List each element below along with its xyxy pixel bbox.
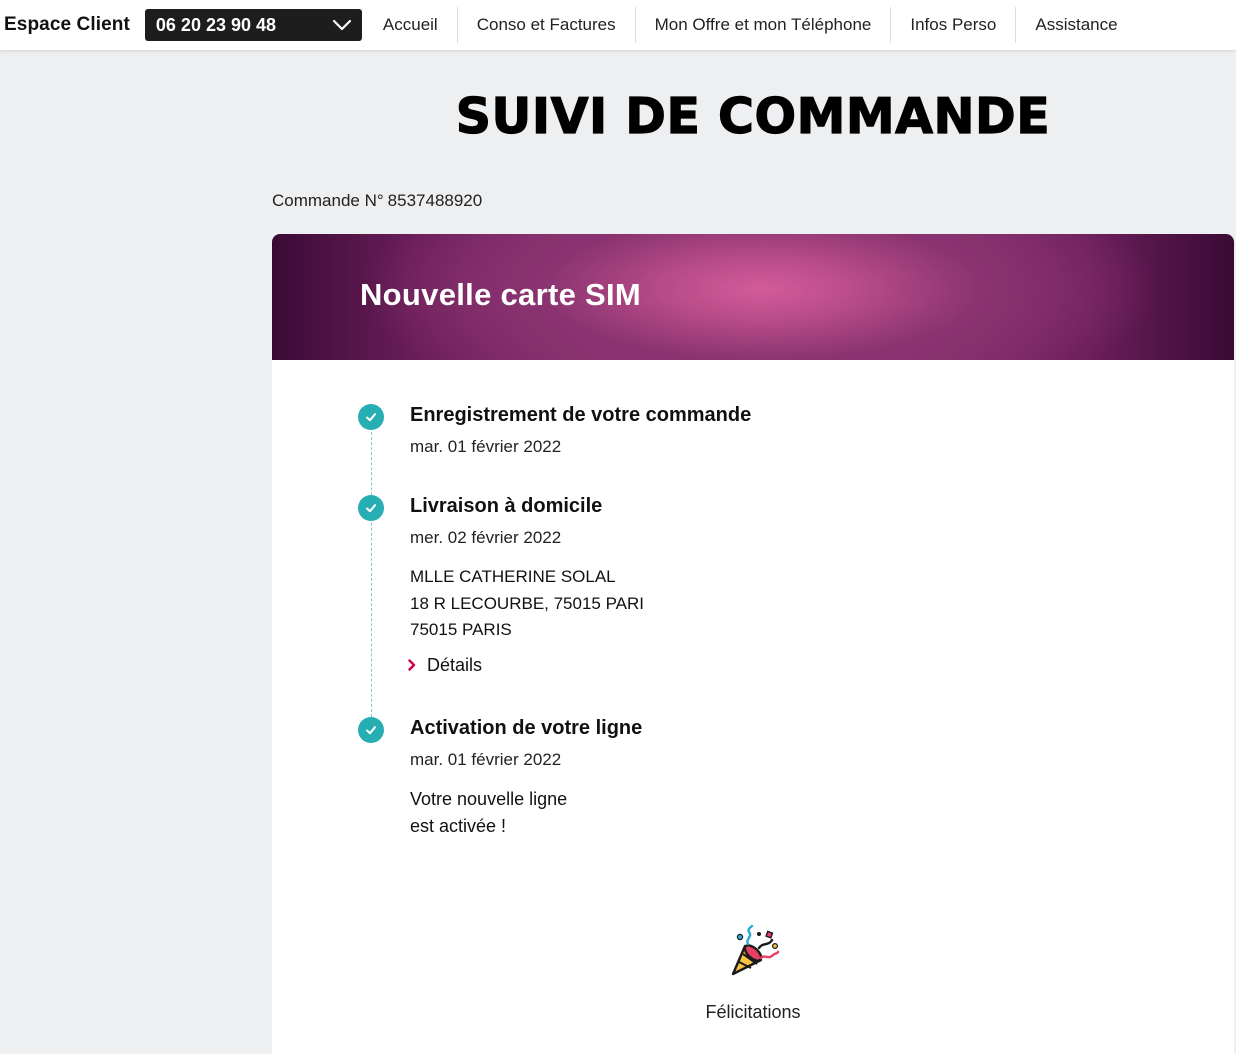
card-header: Nouvelle carte SIM xyxy=(272,234,1234,360)
activation-message: Votre nouvelle ligne est activée ! xyxy=(410,786,1010,839)
top-bar: Espace Client 06 20 23 90 48 Accueil Con… xyxy=(0,0,1236,50)
nav-assistance[interactable]: Assistance xyxy=(1016,7,1136,43)
order-number: Commande N° 8537488920 xyxy=(272,191,482,211)
step-title: Livraison à domicile xyxy=(410,495,603,517)
page-title: SUIVI DE COMMANDE xyxy=(455,87,1051,145)
details-link[interactable]: Détails xyxy=(408,654,1010,676)
step-date: mer. 02 février 2022 xyxy=(410,528,562,547)
activation-message-line: est activée ! xyxy=(410,815,507,836)
congrats-text: Félicitations xyxy=(705,1002,801,1022)
nav-accueil[interactable]: Accueil xyxy=(364,7,458,43)
congrats-section: Félicitations xyxy=(272,924,1234,1023)
nav-offre-telephone[interactable]: Mon Offre et mon Téléphone xyxy=(636,7,892,43)
step-body: Livraison à domicile mer. 02 février 202… xyxy=(408,495,1010,676)
check-icon xyxy=(358,495,384,521)
address-city: 75015 PARIS xyxy=(410,620,512,639)
step-title: Activation de votre ligne xyxy=(410,717,643,739)
card-title: Nouvelle carte SIM xyxy=(360,277,642,312)
party-popper-icon xyxy=(272,924,1234,980)
step-body: Activation de votre ligne mar. 01 févrie… xyxy=(410,717,1010,839)
activation-message-line: Votre nouvelle ligne xyxy=(410,789,568,809)
delivery-address: MLLE CATHERINE SOLAL 18 R LECOURBE, 7501… xyxy=(410,564,1010,644)
check-icon xyxy=(358,404,384,430)
step-body: Enregistrement de votre commande mar. 01… xyxy=(410,404,1010,457)
address-name: MLLE CATHERINE SOLAL xyxy=(410,567,616,586)
timeline-line xyxy=(371,427,372,737)
line-number: 06 20 23 90 48 xyxy=(155,14,277,35)
address-street: 18 R LECOURBE, 75015 PARI xyxy=(410,593,645,613)
check-icon xyxy=(358,717,384,743)
chevron-right-icon xyxy=(408,659,416,671)
nav-infos-perso[interactable]: Infos Perso xyxy=(891,7,1017,43)
chevron-down-icon xyxy=(332,19,352,31)
brand-label: Espace Client xyxy=(4,14,130,35)
nav-conso-factures[interactable]: Conso et Factures xyxy=(458,7,636,43)
main-nav: Accueil Conso et Factures Mon Offre et m… xyxy=(364,0,1137,50)
order-label: Commande N° xyxy=(272,191,384,210)
details-label: Détails xyxy=(427,654,483,675)
line-number-selector[interactable]: 06 20 23 90 48 xyxy=(144,9,362,41)
step-date: mar. 01 février 2022 xyxy=(410,750,562,769)
step-date: mar. 01 février 2022 xyxy=(410,437,562,456)
order-id: 8537488920 xyxy=(387,191,483,210)
order-card: Nouvelle carte SIM Enregistrement de vot… xyxy=(272,234,1234,1054)
step-title: Enregistrement de votre commande xyxy=(410,404,752,426)
